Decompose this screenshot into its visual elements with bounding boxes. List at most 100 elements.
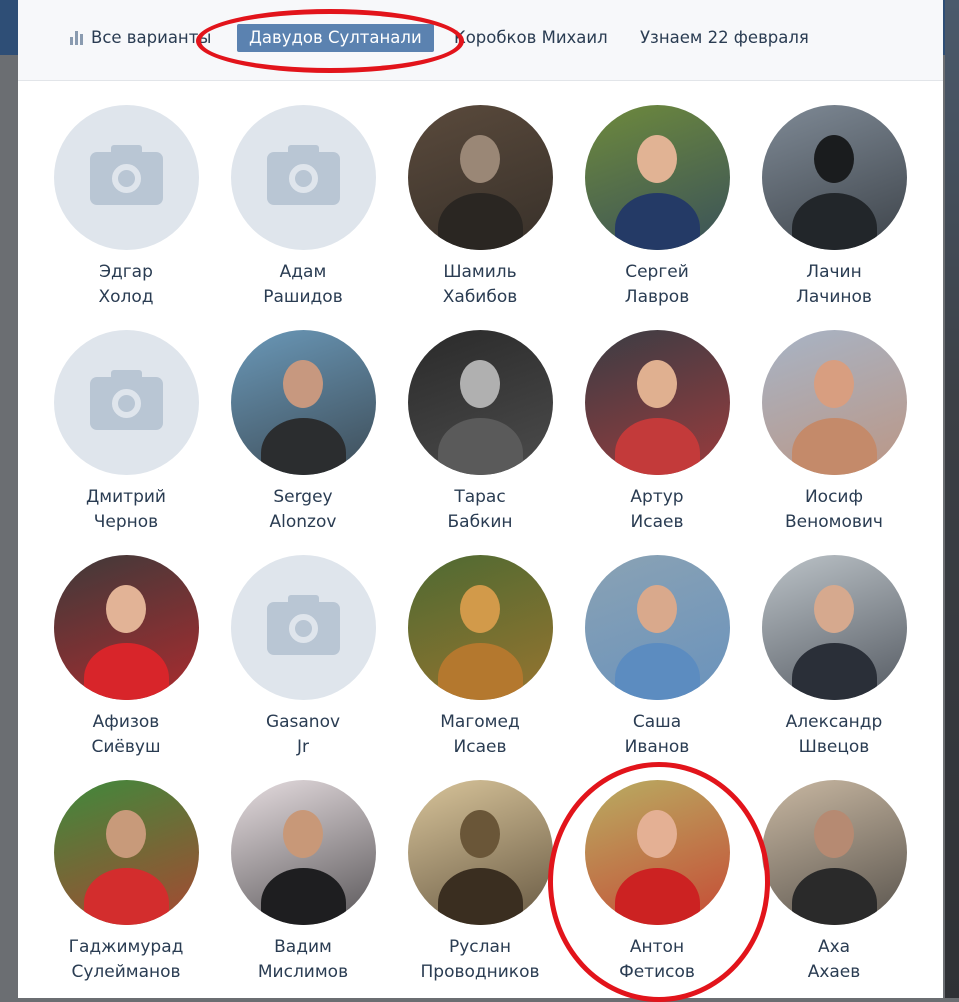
photo-head — [105, 810, 146, 858]
last-name: Ахаев — [807, 962, 861, 982]
friend-card[interactable]: Сергей Лавров — [572, 105, 742, 310]
friend-card[interactable]: Дмитрий Чернов — [41, 330, 211, 535]
avatar-placeholder[interactable] — [53, 105, 199, 250]
photo-figure — [791, 193, 877, 250]
friend-name[interactable]: Шамиль Хабибов — [395, 260, 565, 310]
photo-figure — [437, 193, 523, 250]
avatar-photo[interactable] — [230, 330, 376, 475]
tab-all-variants[interactable]: Все варианты — [70, 24, 211, 52]
friends-modal: Все варианты Давудов Султанали Коробков … — [18, 0, 943, 1002]
first-name: Афизов — [92, 712, 160, 732]
last-name: Jr — [296, 737, 309, 757]
tab-all-label: Все варианты — [91, 28, 212, 47]
friend-card[interactable]: Магомед Исаев — [395, 555, 565, 760]
friend-name[interactable]: Эдгар Холод — [41, 260, 211, 310]
photo-figure — [791, 868, 877, 925]
friend-card[interactable]: Аха Ахаев — [749, 780, 919, 985]
friend-card[interactable]: Гаджимурад Сулейманов — [41, 780, 211, 985]
page-backdrop — [945, 0, 959, 998]
friend-card[interactable]: Эдгар Холод — [41, 105, 211, 310]
friend-name[interactable]: Антон Фетисов — [572, 935, 742, 985]
friend-card[interactable]: Gasanov Jr — [218, 555, 388, 760]
friend-card[interactable]: Афизов Сиёвуш — [41, 555, 211, 760]
camera-icon — [89, 370, 163, 430]
friend-name[interactable]: Дмитрий Чернов — [41, 485, 211, 535]
avatar-photo[interactable] — [584, 555, 730, 700]
avatar-photo[interactable] — [407, 555, 553, 700]
last-name: Исаев — [453, 737, 507, 757]
friend-name[interactable]: Гаджимурад Сулейманов — [41, 935, 211, 985]
last-name: Проводников — [420, 962, 540, 982]
tab-february[interactable]: Узнаем 22 февраля — [640, 24, 809, 52]
last-name: Чернов — [93, 512, 159, 532]
friend-card[interactable]: Тарас Бабкин — [395, 330, 565, 535]
friend-card[interactable]: Лачин Лачинов — [749, 105, 919, 310]
avatar-photo[interactable] — [761, 330, 907, 475]
avatar-photo[interactable] — [584, 330, 730, 475]
last-name: Alonzov — [269, 512, 337, 532]
friend-name[interactable]: Аха Ахаев — [749, 935, 919, 985]
avatar-placeholder[interactable] — [230, 555, 376, 700]
friend-card[interactable]: Шамиль Хабибов — [395, 105, 565, 310]
friend-card[interactable]: Sergey Alonzov — [218, 330, 388, 535]
friend-card[interactable]: Артур Исаев — [572, 330, 742, 535]
friend-name[interactable]: Сергей Лавров — [572, 260, 742, 310]
friend-name[interactable]: Gasanov Jr — [218, 710, 388, 760]
photo-head — [636, 585, 677, 633]
photo-head — [459, 810, 500, 858]
avatar-photo[interactable] — [407, 780, 553, 925]
avatar-photo[interactable] — [584, 780, 730, 925]
last-name: Веномович — [785, 512, 883, 532]
avatar-photo[interactable] — [584, 105, 730, 250]
friend-card[interactable]: Александр Швецов — [749, 555, 919, 760]
friend-name[interactable]: Магомед Исаев — [395, 710, 565, 760]
photo-head — [813, 135, 854, 183]
last-name: Лавров — [624, 287, 690, 307]
friend-card[interactable]: Саша Иванов — [572, 555, 742, 760]
photo-figure — [83, 643, 169, 700]
friend-card[interactable]: Иосиф Веномович — [749, 330, 919, 535]
first-name: Артур — [630, 487, 684, 507]
friend-name[interactable]: Артур Исаев — [572, 485, 742, 535]
friend-name[interactable]: Руслан Проводников — [395, 935, 565, 985]
tab-davudov[interactable]: Давудов Султанали — [237, 24, 434, 52]
last-name: Сулейманов — [71, 962, 181, 982]
friend-name[interactable]: Александр Швецов — [749, 710, 919, 760]
first-name: Антон — [629, 937, 685, 957]
avatar-photo[interactable] — [761, 555, 907, 700]
friend-name[interactable]: Лачин Лачинов — [749, 260, 919, 310]
first-name: Гаджимурад — [68, 937, 184, 957]
photo-figure — [260, 868, 346, 925]
last-name: Бабкин — [447, 512, 513, 532]
friend-card[interactable]: Руслан Проводников — [395, 780, 565, 985]
avatar-photo[interactable] — [53, 555, 199, 700]
first-name: Дмитрий — [86, 487, 166, 507]
friend-name[interactable]: Тарас Бабкин — [395, 485, 565, 535]
first-name: Лачин — [806, 262, 862, 282]
photo-figure — [437, 643, 523, 700]
photo-head — [636, 360, 677, 408]
avatar-placeholder[interactable] — [230, 105, 376, 250]
friend-name[interactable]: Саша Иванов — [572, 710, 742, 760]
avatar-placeholder[interactable] — [53, 330, 199, 475]
avatar-photo[interactable] — [407, 330, 553, 475]
avatar-photo[interactable] — [761, 780, 907, 925]
avatar-photo[interactable] — [761, 105, 907, 250]
avatar-photo[interactable] — [407, 105, 553, 250]
last-name: Лачинов — [796, 287, 872, 307]
friend-name[interactable]: Sergey Alonzov — [218, 485, 388, 535]
tab-korobkov[interactable]: Коробков Михаил — [454, 24, 608, 52]
first-name: Вадим — [274, 937, 332, 957]
photo-head — [636, 810, 677, 858]
friend-card[interactable]: Вадим Мислимов — [218, 780, 388, 985]
friend-name[interactable]: Иосиф Веномович — [749, 485, 919, 535]
photo-head — [459, 135, 500, 183]
avatar-photo[interactable] — [53, 780, 199, 925]
friend-name[interactable]: Афизов Сиёвуш — [41, 710, 211, 760]
avatar-photo[interactable] — [230, 780, 376, 925]
friend-card[interactable]: Адам Рашидов — [218, 105, 388, 310]
friend-name[interactable]: Адам Рашидов — [218, 260, 388, 310]
friend-card[interactable]: Антон Фетисов — [572, 780, 742, 985]
friend-name[interactable]: Вадим Мислимов — [218, 935, 388, 985]
last-name: Исаев — [630, 512, 684, 532]
